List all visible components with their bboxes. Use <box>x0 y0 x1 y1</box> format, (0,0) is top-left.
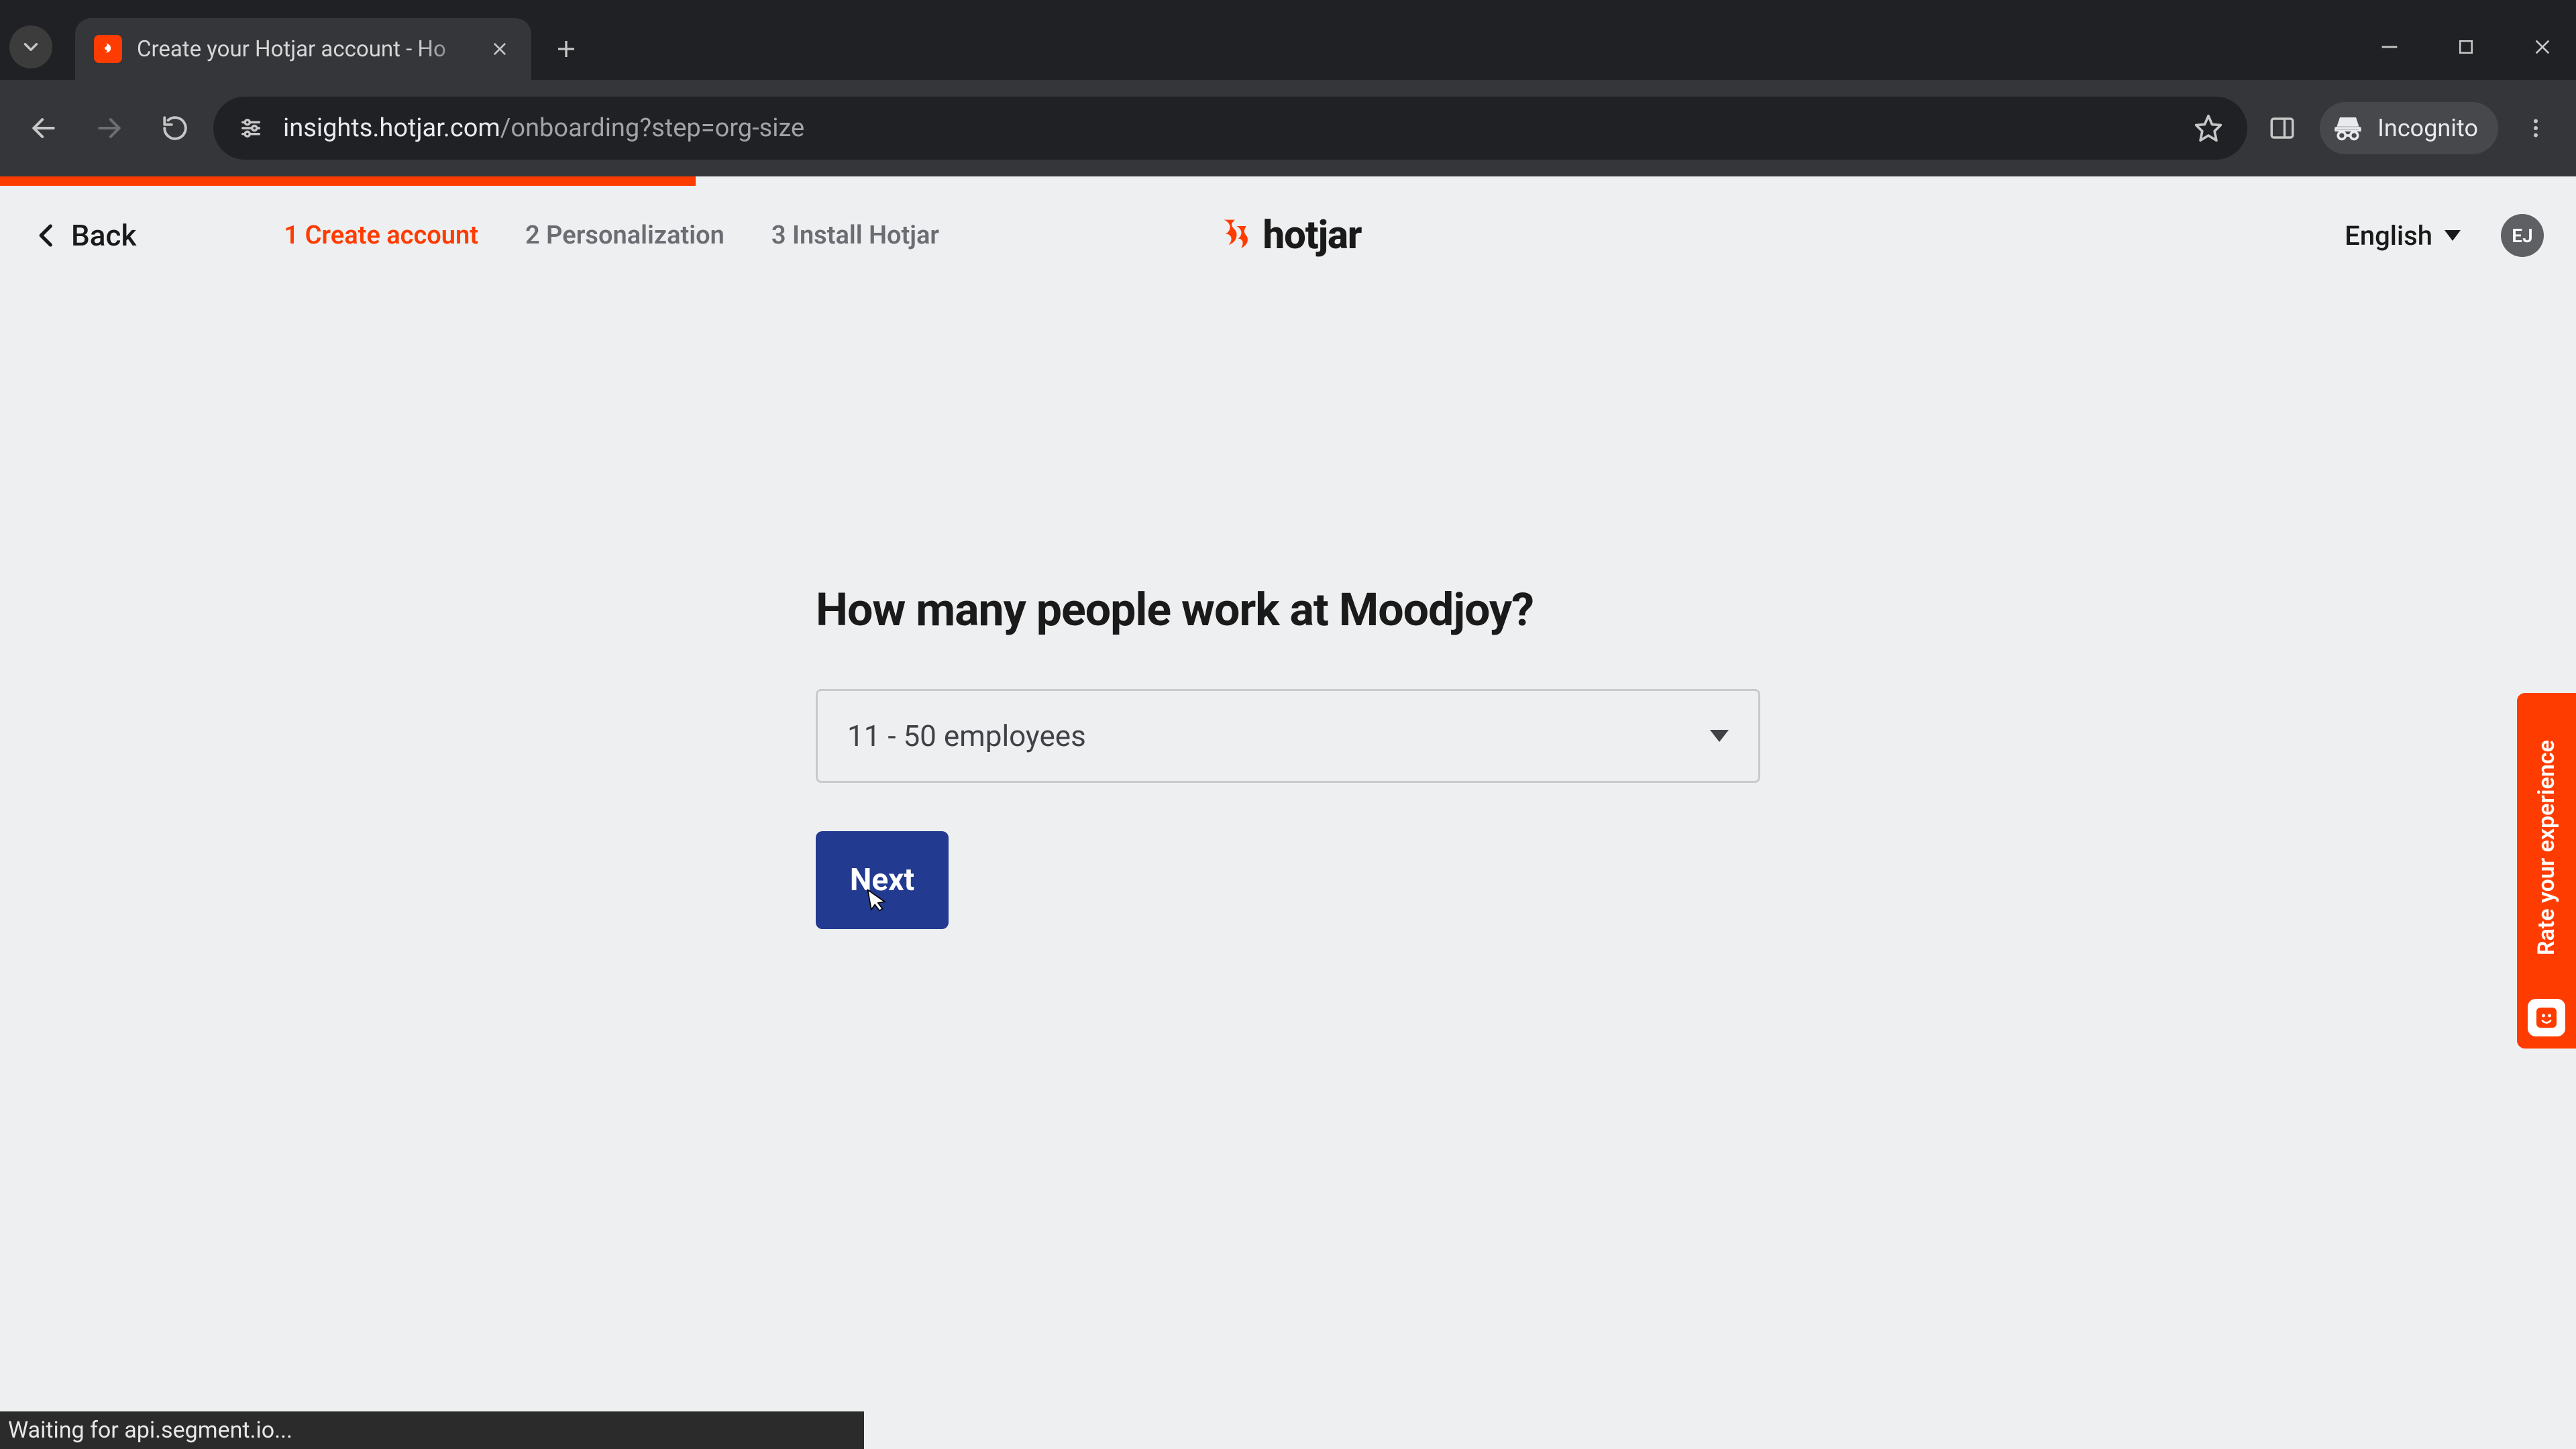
browser-toolbar: insights.hotjar.com/onboarding?step=org-… <box>0 80 2576 176</box>
browser-tab[interactable]: Create your Hotjar account - Ho <box>75 18 531 80</box>
hotjar-flame-icon <box>1214 217 1252 254</box>
new-tab-button[interactable] <box>550 33 582 65</box>
language-selector[interactable]: English <box>2345 220 2461 252</box>
mouse-cursor-icon <box>864 885 891 912</box>
window-controls <box>2365 23 2567 71</box>
onboarding-main: How many people work at Moodjoy? 11 - 50… <box>0 294 2576 1449</box>
org-size-value: 11 - 50 employees <box>847 718 1086 753</box>
onboarding-header: Back 1 Create account 2 Personalization … <box>0 176 2576 294</box>
hotjar-logo[interactable]: hotjar <box>1214 213 1361 258</box>
onboarding-steps: 1 Create account 2 Personalization 3 Ins… <box>284 221 939 250</box>
url-host: insights.hotjar.com <box>283 113 500 143</box>
chrome-menu-icon[interactable] <box>2512 104 2560 152</box>
page-viewport: Back 1 Create account 2 Personalization … <box>0 176 2576 1449</box>
url-path: /onboarding?step=org-size <box>500 113 804 143</box>
tab-title: Create your Hotjar account - Ho <box>137 36 484 62</box>
step-create-account[interactable]: 1 Create account <box>284 221 478 250</box>
feedback-face-icon <box>2528 999 2565 1036</box>
hotjar-wordmark: hotjar <box>1263 213 1361 258</box>
nav-back-button[interactable] <box>16 101 71 156</box>
step-install-hotjar[interactable]: 3 Install Hotjar <box>771 221 939 250</box>
step-personalization[interactable]: 2 Personalization <box>525 221 724 250</box>
window-minimize-button[interactable] <box>2365 23 2414 71</box>
org-size-select[interactable]: 11 - 50 employees <box>816 689 1760 783</box>
tab-favicon-hotjar-icon <box>94 35 122 63</box>
user-avatar[interactable]: EJ <box>2501 214 2544 257</box>
incognito-label: Incognito <box>2377 114 2478 142</box>
org-size-card: How many people work at Moodjoy? 11 - 50… <box>816 583 1760 1449</box>
nav-reload-button[interactable] <box>148 101 203 156</box>
nav-forward-button[interactable] <box>82 101 137 156</box>
language-label: English <box>2345 220 2432 252</box>
side-panel-icon[interactable] <box>2258 104 2306 152</box>
window-close-button[interactable] <box>2518 23 2567 71</box>
next-button[interactable]: Next <box>816 831 949 929</box>
bookmark-star-icon[interactable] <box>2191 111 2226 146</box>
site-settings-icon[interactable] <box>235 112 267 144</box>
browser-tabstrip: Create your Hotjar account - Ho <box>0 0 2576 80</box>
url-text: insights.hotjar.com/onboarding?step=org-… <box>283 113 2175 143</box>
feedback-label: Rate your experience <box>2533 705 2560 991</box>
incognito-icon <box>2329 109 2367 147</box>
caret-down-icon <box>2445 230 2461 241</box>
caret-down-icon <box>1710 730 1729 742</box>
org-size-heading: How many people work at Moodjoy? <box>816 583 1760 637</box>
feedback-side-tab[interactable]: Rate your experience <box>2517 693 2576 1049</box>
avatar-initials: EJ <box>2512 225 2532 247</box>
status-text: Waiting for api.segment.io... <box>8 1417 292 1444</box>
chevron-left-icon <box>32 221 62 250</box>
browser-status-bar: Waiting for api.segment.io... <box>0 1411 864 1449</box>
back-button[interactable]: Back <box>32 218 136 253</box>
window-maximize-button[interactable] <box>2442 23 2490 71</box>
tab-close-icon[interactable] <box>487 36 513 62</box>
search-tabs-button[interactable] <box>9 25 52 68</box>
incognito-chip[interactable]: Incognito <box>2320 102 2498 154</box>
back-label: Back <box>71 218 136 253</box>
address-bar[interactable]: insights.hotjar.com/onboarding?step=org-… <box>213 97 2247 160</box>
